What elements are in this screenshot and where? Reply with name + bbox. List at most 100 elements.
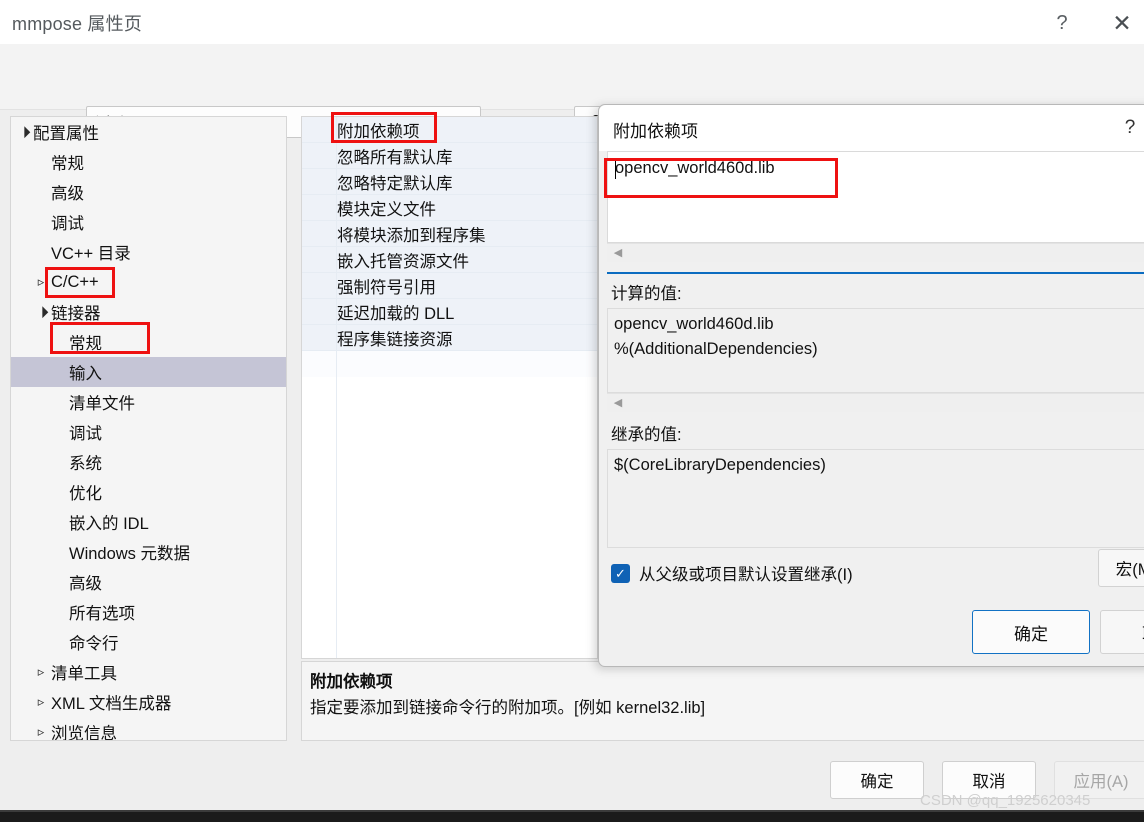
chevron-right-icon[interactable] [33, 274, 49, 290]
chevron-down-icon[interactable] [15, 126, 31, 139]
tree-item-content: 嵌入的 IDL [11, 510, 149, 534]
tree-item-label: 高级 [51, 185, 84, 203]
tree-item-14[interactable]: Windows 元数据 [11, 537, 286, 567]
computed-hscrollbar[interactable]: ◀ [607, 393, 1144, 412]
property-name: 强制符号引用 [337, 278, 436, 297]
property-grid[interactable]: 附加依赖项忽略所有默认库忽略特定默认库模块定义文件将模块添加到程序集嵌入托管资源… [301, 116, 598, 659]
dependencies-textarea[interactable]: opencv_world460d.lib [607, 151, 1144, 243]
close-icon[interactable]: ✕ [1100, 4, 1144, 42]
tree-item-19[interactable]: XML 文档生成器 [11, 687, 286, 717]
tree-item-content: 高级 [11, 570, 102, 594]
macros-button[interactable]: 宏(M)>> [1098, 549, 1144, 587]
tree-item-label: XML 文档生成器 [51, 695, 172, 713]
tree-item-label: VC++ 目录 [51, 245, 131, 263]
tree-item-10[interactable]: 调试 [11, 417, 286, 447]
tree-item-content: Windows 元数据 [11, 540, 190, 564]
tree-item-label: 链接器 [51, 305, 101, 323]
dialog-help-icon[interactable]: ? [1115, 114, 1144, 142]
tree-item-label: 输入 [69, 365, 102, 383]
dependencies-hscrollbar[interactable]: ◀ [607, 243, 1144, 262]
chevron-right-icon[interactable] [33, 694, 49, 710]
computed-value-box: opencv_world460d.lib %(AdditionalDependen… [607, 308, 1144, 393]
tree-item-label: 高级 [69, 575, 102, 593]
chevron-right-icon[interactable] [33, 724, 49, 740]
tree-item-18[interactable]: 清单工具 [11, 657, 286, 687]
tree-item-label: 调试 [69, 425, 102, 443]
property-row[interactable]: 将模块添加到程序集 [302, 221, 597, 247]
tree-item-label: Windows 元数据 [69, 545, 191, 563]
tree-item-4[interactable]: VC++ 目录 [11, 237, 286, 267]
tree-item-content: 清单文件 [11, 390, 135, 414]
ok-button[interactable]: 确定 [830, 761, 924, 799]
property-tree[interactable]: 配置属性常规高级调试VC++ 目录C/C++链接器常规输入清单文件调试系统优化嵌… [10, 116, 287, 741]
tree-item-content: 常规 [11, 330, 102, 354]
tree-item-label: C/C++ [51, 272, 99, 291]
description-panel: 附加依赖项 指定要添加到链接命令行的附加项。[例如 kernel32.lib] [301, 661, 1144, 741]
tree-item-9[interactable]: 清单文件 [11, 387, 286, 417]
dialog-accent-rule [607, 272, 1144, 274]
tree-item-content: 输入 [11, 360, 102, 384]
property-row[interactable]: 忽略特定默认库 [302, 169, 597, 195]
property-row[interactable]: 模块定义文件 [302, 195, 597, 221]
tree-item-label: 浏览信息 [51, 725, 117, 741]
dialog-ok-button[interactable]: 确定 [972, 610, 1090, 654]
property-row[interactable]: 嵌入托管资源文件 [302, 247, 597, 273]
scroll-left-icon[interactable]: ◀ [607, 397, 629, 409]
property-name: 附加依赖项 [337, 122, 420, 141]
tree-item-16[interactable]: 所有选项 [11, 597, 286, 627]
configuration-toolbar: 配置(C): 活动(Debug) ∨ 平台(P): x64 ∨ 配置管理器(O)… [0, 44, 1144, 138]
window-titlebar: mmpose 属性页 ? ✕ [0, 0, 1144, 44]
tree-item-17[interactable]: 命令行 [11, 627, 286, 657]
property-grid-divider [336, 117, 337, 658]
property-row[interactable]: 强制符号引用 [302, 273, 597, 299]
chevron-right-icon[interactable] [33, 664, 49, 680]
tree-item-7[interactable]: 常规 [11, 327, 286, 357]
tree-item-label: 清单工具 [51, 665, 117, 683]
tree-item-content: 高级 [11, 180, 84, 204]
dialog-cancel-button[interactable]: 取消 [1100, 610, 1144, 654]
chevron-down-icon[interactable] [33, 306, 49, 319]
property-row[interactable]: 延迟加载的 DLL [302, 299, 597, 325]
tree-item-11[interactable]: 系统 [11, 447, 286, 477]
tree-item-12[interactable]: 优化 [11, 477, 286, 507]
tree-item-content: C/C++ [11, 273, 99, 292]
tree-item-13[interactable]: 嵌入的 IDL [11, 507, 286, 537]
property-row[interactable]: 忽略所有默认库 [302, 143, 597, 169]
tree-item-8[interactable]: 输入 [11, 357, 286, 387]
window-title: mmpose 属性页 [12, 14, 143, 34]
tree-item-15[interactable]: 高级 [11, 567, 286, 597]
tree-item-2[interactable]: 高级 [11, 177, 286, 207]
dependencies-value: opencv_world460d.lib [615, 159, 775, 177]
tree-item-label: 优化 [69, 485, 102, 503]
tree-item-5[interactable]: C/C++ [11, 267, 286, 297]
tree-item-label: 嵌入的 IDL [69, 515, 149, 533]
property-name: 模块定义文件 [337, 200, 436, 219]
property-grid-empty-area [302, 377, 597, 658]
tree-item-content: 调试 [11, 210, 84, 234]
tree-item-1[interactable]: 常规 [11, 147, 286, 177]
help-icon[interactable]: ? [1036, 4, 1088, 42]
tree-item-20[interactable]: 浏览信息 [11, 717, 286, 741]
description-text: 指定要添加到链接命令行的附加项。[例如 kernel32.lib] [310, 699, 706, 717]
tree-item-content: 链接器 [11, 300, 101, 324]
checkmark-icon: ✓ [611, 563, 630, 583]
tree-item-content: VC++ 目录 [11, 240, 131, 264]
property-name: 忽略所有默认库 [337, 148, 453, 167]
scroll-left-icon[interactable]: ◀ [607, 247, 629, 259]
property-pages-window: mmpose 属性页 ? ✕ 配置(C): 活动(Debug) ∨ 平台(P):… [0, 0, 1144, 822]
tree-item-label: 命令行 [69, 635, 119, 653]
property-row[interactable]: 程序集链接资源 [302, 325, 597, 351]
watermark: CSDN @qq_1925620345 [920, 792, 1091, 809]
property-name: 嵌入托管资源文件 [337, 252, 469, 271]
property-row[interactable]: 附加依赖项 [302, 117, 597, 143]
tree-item-label: 系统 [69, 455, 102, 473]
tree-item-0[interactable]: 配置属性 [11, 117, 286, 147]
tree-item-label: 调试 [51, 215, 84, 233]
inherit-checkbox-row[interactable]: ✓ 从父级或项目默认设置继承(I) [611, 561, 853, 585]
tree-item-3[interactable]: 调试 [11, 207, 286, 237]
tree-item-label: 常规 [69, 335, 102, 353]
dialog-titlebar: 附加依赖项 ? [599, 105, 1144, 151]
tree-item-6[interactable]: 链接器 [11, 297, 286, 327]
value-line: $(CoreLibraryDependencies) [614, 456, 826, 474]
tree-item-label: 所有选项 [69, 605, 135, 623]
